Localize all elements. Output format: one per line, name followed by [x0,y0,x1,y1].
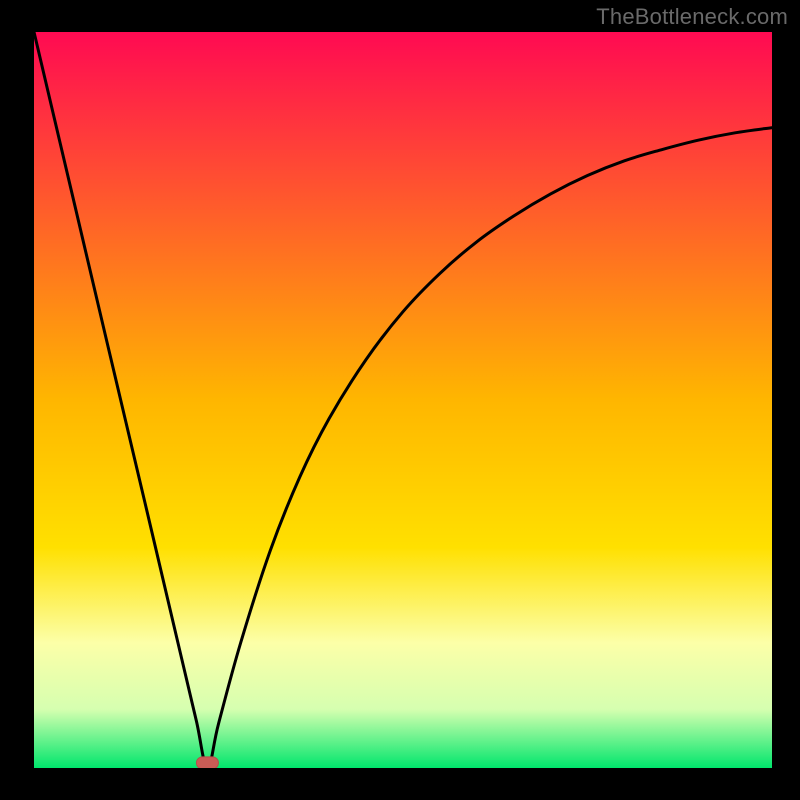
bottleneck-curve-path [34,32,772,768]
min-marker [196,757,218,768]
watermark-text: TheBottleneck.com [596,4,788,30]
chart-frame: TheBottleneck.com [0,0,800,800]
curve-layer [34,32,772,768]
plot-area [34,32,772,768]
